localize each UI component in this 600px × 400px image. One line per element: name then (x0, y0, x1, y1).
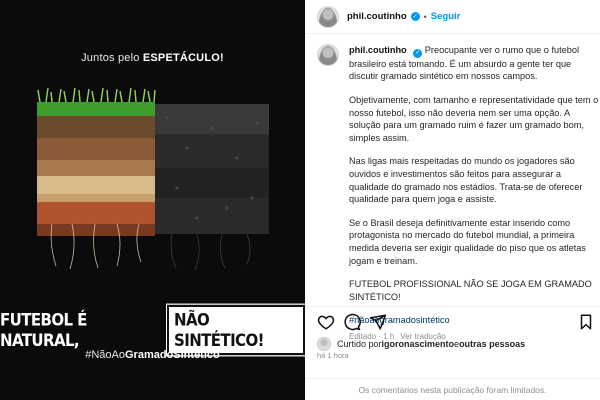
instagram-post-view: Juntos pelo ESPETÁCULO! FUTEBOL É NATURA… (0, 0, 600, 400)
natural-soil-layers (37, 88, 156, 273)
verified-badge-icon: ✓ (413, 48, 423, 58)
heart-icon[interactable] (317, 313, 335, 331)
caption-paragraph: Nas ligas mais respeitadas do mundo os j… (349, 156, 583, 205)
liker-avatar[interactable] (317, 337, 331, 351)
post-header: phil.coutinho ✓ • Seguir (305, 0, 600, 34)
caption-paragraph: FUTEBOL PROFISSIONAL NÃO SE JOGA EM GRAM… (349, 279, 592, 302)
comments-limited-notice: Os comentários nesta publicação foram li… (305, 378, 600, 395)
comment-icon[interactable] (343, 313, 361, 331)
caption: phil.coutinho ✓ Preocupante ver o rumo q… (317, 44, 600, 343)
caption-paragraph: Objetivamente, com tamanho e representat… (349, 94, 599, 143)
caption-body: phil.coutinho ✓ Preocupante ver o rumo q… (349, 44, 600, 343)
post-panel: phil.coutinho ✓ • Seguir phil.coutinho ✓… (305, 0, 600, 400)
synthetic-soil-layers (155, 104, 269, 271)
share-icon[interactable] (369, 313, 387, 331)
post-image[interactable]: Juntos pelo ESPETÁCULO! FUTEBOL É NATURA… (0, 0, 305, 400)
others-link[interactable]: outras pessoas (459, 339, 525, 349)
action-bar (305, 306, 600, 334)
caption-paragraph: phil.coutinho ✓ Preocupante ver o rumo q… (349, 45, 580, 82)
verified-badge-icon: ✓ (410, 12, 420, 21)
caption-avatar[interactable] (317, 44, 339, 66)
author-username[interactable]: phil.coutinho (347, 11, 407, 22)
follow-button[interactable]: Seguir (431, 11, 461, 22)
liked-by: Curtido por igoronascimento e outras pes… (317, 337, 525, 351)
headline-natural: FUTEBOL É NATURAL, (0, 309, 87, 351)
caption-paragraph: Se o Brasil deseja definitivamente estar… (349, 217, 586, 266)
image-hashtag: #NãoAoGramadoSintético (85, 349, 220, 361)
image-headline: FUTEBOL É NATURAL, NÃO SINTÉTICO! (0, 303, 305, 357)
liker-username[interactable]: igoronascimento (382, 339, 455, 349)
post-timestamp[interactable]: há 1 hora (317, 351, 349, 360)
caption-username[interactable]: phil.coutinho (349, 45, 407, 55)
soil-comparison-graphic (37, 88, 269, 273)
image-tagline: Juntos pelo ESPETÁCULO! (81, 52, 224, 64)
avatar[interactable] (317, 5, 339, 28)
headline-not-synthetic: NÃO SINTÉTICO! (166, 303, 305, 357)
separator-dot: • (423, 11, 427, 22)
bookmark-icon[interactable] (577, 313, 595, 331)
